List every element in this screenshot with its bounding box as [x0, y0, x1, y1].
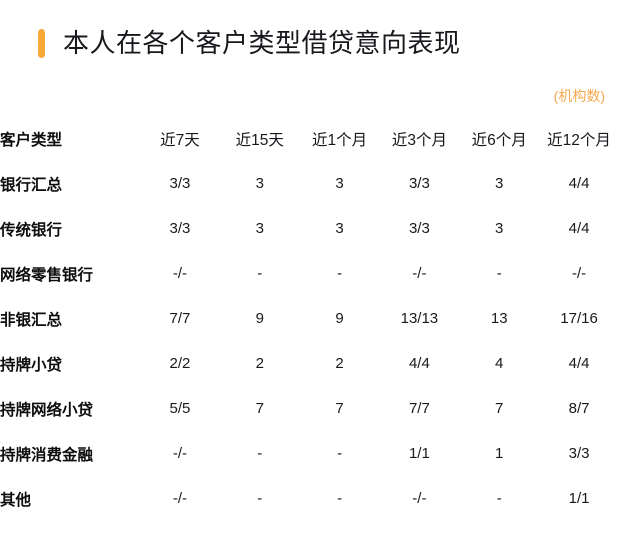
table-row: 持牌小贷 2/2 2 2 4/4 4 4/4: [0, 341, 619, 386]
unit-note: (机构数): [553, 88, 605, 104]
table-cell: -: [257, 265, 263, 282]
table-cell: -/-: [172, 490, 188, 507]
row-label: 持牌消费金融: [0, 446, 94, 464]
column-header-customer-type: 客户类型: [0, 131, 63, 149]
table-cell: 9: [335, 310, 344, 327]
column-header-12m: 近12个月: [547, 131, 611, 149]
table-cell: -/-: [172, 265, 188, 282]
table-cell: 1/1: [568, 490, 590, 507]
table-cell: 3/3: [169, 220, 191, 237]
report-page: 本人在各个客户类型借贷意向表现 (机构数) 客户类型 近7天 近15天 近1个月…: [0, 0, 619, 541]
table-cell: -: [496, 265, 502, 282]
table-cell: 1: [495, 445, 504, 462]
table-cell: 4: [495, 355, 504, 372]
table-row: 持牌网络小贷 5/5 7 7 7/7 7 8/7: [0, 386, 619, 431]
table-cell: 1/1: [408, 445, 430, 462]
table-cell: 3/3: [568, 445, 590, 462]
table-cell: 5/5: [169, 400, 191, 417]
table-cell: -: [257, 445, 263, 462]
table-cell: 7: [335, 400, 344, 417]
table-cell: 2: [255, 355, 264, 372]
page-title: 本人在各个客户类型借贷意向表现: [63, 28, 461, 58]
table-cell: 3: [335, 220, 344, 237]
loan-intent-table: 客户类型 近7天 近15天 近1个月 近3个月 近6个月 近12个月 银行汇总 …: [0, 116, 619, 521]
column-header-7d: 近7天: [160, 131, 200, 149]
table-cell: -: [496, 490, 502, 507]
table-row: 持牌消费金融 -/- - - 1/1 1 3/3: [0, 431, 619, 476]
table-row: 非银汇总 7/7 9 9 13/13 13 17/16: [0, 296, 619, 341]
row-label: 银行汇总: [0, 176, 63, 194]
table-cell: 2/2: [169, 355, 191, 372]
table-cell: 13: [490, 310, 508, 327]
table-cell: -: [257, 490, 263, 507]
table-cell: 7: [255, 400, 264, 417]
table-cell: -/-: [412, 490, 427, 507]
table-cell: -: [337, 490, 343, 507]
table-cell: 3/3: [408, 175, 430, 192]
table-cell: 7: [495, 400, 504, 417]
row-label: 持牌网络小贷: [0, 401, 94, 419]
table-header-row: 客户类型 近7天 近15天 近1个月 近3个月 近6个月 近12个月: [0, 116, 619, 161]
table-cell: 4/4: [568, 220, 590, 237]
table-row: 银行汇总 3/3 3 3 3/3 3 4/4: [0, 161, 619, 206]
table-cell: 17/16: [560, 310, 598, 327]
row-label: 其他: [0, 491, 32, 509]
row-label: 非银汇总: [0, 311, 63, 329]
table-cell: 4/4: [568, 355, 590, 372]
table-head: 客户类型 近7天 近15天 近1个月 近3个月 近6个月 近12个月: [0, 116, 619, 161]
page-header: 本人在各个客户类型借贷意向表现: [0, 18, 619, 68]
table-cell: -/-: [571, 265, 587, 282]
table-cell: 8/7: [568, 400, 590, 417]
table-body: 银行汇总 3/3 3 3 3/3 3 4/4 传统银行 3/3 3 3 3/3 …: [0, 161, 619, 521]
loan-intent-table-wrapper: 客户类型 近7天 近15天 近1个月 近3个月 近6个月 近12个月 银行汇总 …: [0, 116, 619, 521]
table-cell: 7/7: [408, 400, 430, 417]
table-row: 传统银行 3/3 3 3 3/3 3 4/4: [0, 206, 619, 251]
table-cell: 3/3: [408, 220, 430, 237]
table-cell: 3: [495, 220, 504, 237]
row-label: 传统银行: [0, 221, 63, 239]
table-cell: -: [337, 265, 343, 282]
accent-bar-icon: [38, 28, 45, 58]
table-cell: 7/7: [169, 310, 191, 327]
table-cell: 9: [255, 310, 264, 327]
table-cell: 3: [255, 220, 264, 237]
table-row: 其他 -/- - - -/- - 1/1: [0, 476, 619, 521]
table-cell: 2: [335, 355, 344, 372]
column-header-1m: 近1个月: [312, 131, 368, 149]
table-cell: 4/4: [408, 355, 430, 372]
column-header-3m: 近3个月: [391, 131, 447, 149]
table-cell: 3/3: [169, 175, 191, 192]
table-cell: -: [337, 445, 343, 462]
table-row: 网络零售银行 -/- - - -/- - -/-: [0, 251, 619, 296]
row-label: 网络零售银行: [0, 266, 94, 284]
table-cell: 3: [255, 175, 264, 192]
table-cell: 3: [495, 175, 504, 192]
column-header-15d: 近15天: [235, 131, 284, 149]
table-cell: 3: [335, 175, 344, 192]
row-label: 持牌小贷: [0, 356, 63, 374]
table-cell: 4/4: [568, 175, 590, 192]
table-cell: 13/13: [400, 310, 439, 327]
table-cell: -/-: [172, 445, 188, 462]
table-cell: -/-: [412, 265, 427, 282]
column-header-6m: 近6个月: [471, 131, 527, 149]
